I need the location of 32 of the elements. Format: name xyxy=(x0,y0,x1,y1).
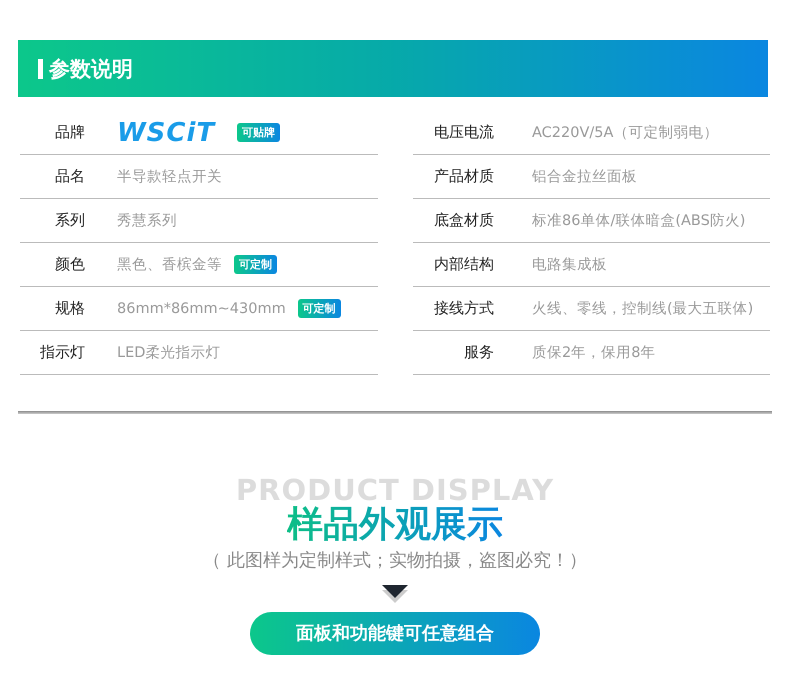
spec-label: 接线方式 xyxy=(433,299,494,318)
spec-value: 火线、零线，控制线(最大五联体) xyxy=(532,300,754,318)
spec-value: 半导款轻点开关 xyxy=(117,168,222,186)
spec-label: 品名 xyxy=(54,167,85,186)
tag-badge: 可定制 xyxy=(234,255,277,274)
tag-badge: 可贴牌 xyxy=(237,123,280,142)
spec-value: AC220V/5A（可定制弱电） xyxy=(532,124,718,142)
brand-logo: WSCiT xyxy=(117,118,217,148)
spec-label: 系列 xyxy=(54,211,85,230)
spec-label: 颜色 xyxy=(54,255,85,274)
spec-label: 指示灯 xyxy=(39,343,85,362)
spec-label: 底盒材质 xyxy=(433,211,494,230)
spec-value: LED柔光指示灯 xyxy=(117,344,220,362)
display-title: 样品外观展示 xyxy=(286,506,503,544)
down-triangle-icon xyxy=(381,584,409,604)
spec-value: 86mm*86mm~430mm xyxy=(117,300,286,316)
spec-value: 电路集成板 xyxy=(532,256,607,274)
spec-value: 秀慧系列 xyxy=(117,212,177,230)
spec-value: 铝合金拉丝面板 xyxy=(532,168,637,186)
spec-label: 服务 xyxy=(463,343,494,362)
spec-label: 产品材质 xyxy=(433,167,494,186)
spec-value: 黑色、香槟金等 xyxy=(117,256,222,274)
spec-label: 电压电流 xyxy=(433,123,494,142)
feature-banner: 面板和功能键可任意组合 xyxy=(250,612,540,655)
spec-value: 质保2年，保用8年 xyxy=(532,344,656,362)
spec-label: 规格 xyxy=(54,299,85,318)
display-subtitle: （ 此图样为定制样式；实物拍摄，盗图必究！） xyxy=(203,548,587,572)
spec-value: 标准86单体/联体暗盒(ABS防火) xyxy=(532,212,746,230)
spec-label: 品牌 xyxy=(54,123,85,142)
tag-badge: 可定制 xyxy=(298,299,341,318)
section-title: 参数说明 xyxy=(49,56,133,82)
spec-label: 内部结构 xyxy=(433,255,494,274)
